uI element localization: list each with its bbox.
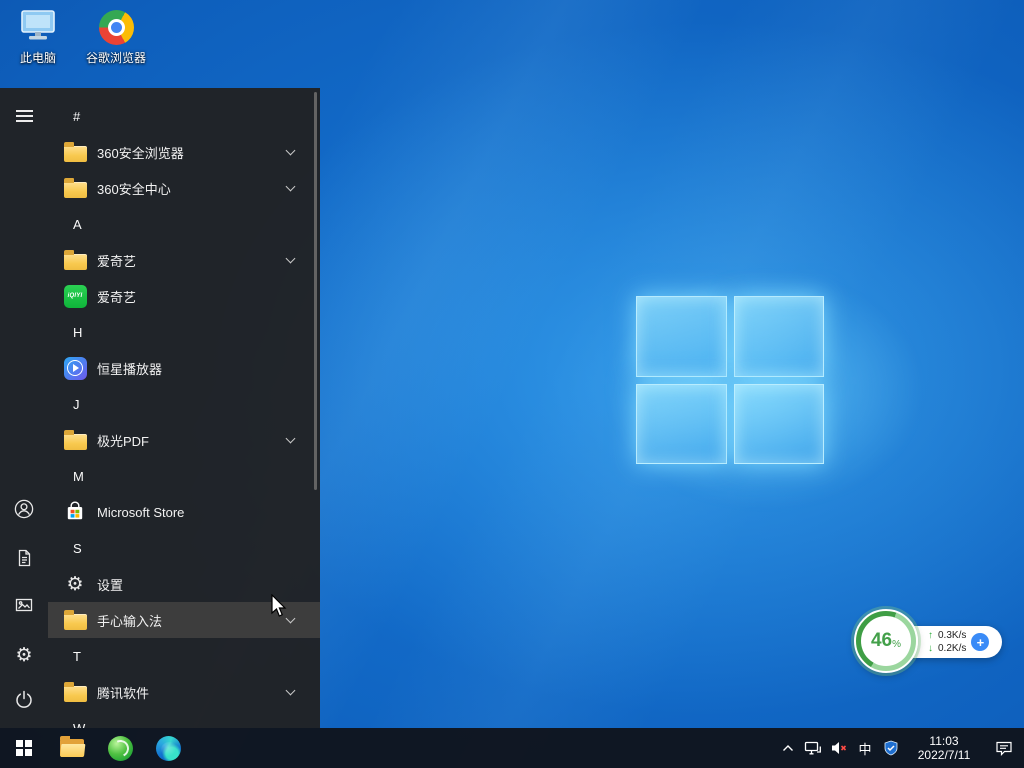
start-section-header[interactable]: S bbox=[48, 530, 320, 566]
user-avatar-icon bbox=[14, 499, 34, 524]
desktop-icon-chrome[interactable]: 谷歌浏览器 bbox=[78, 6, 154, 66]
upload-speed: 0.3K/s bbox=[928, 630, 966, 642]
settings-button[interactable]: ⚙ bbox=[0, 635, 48, 675]
menu-icon bbox=[16, 107, 33, 126]
folder-icon bbox=[63, 611, 87, 630]
upload-arrow-icon bbox=[928, 631, 938, 641]
speed-rows: 0.3K/s 0.2K/s bbox=[928, 630, 966, 655]
expand-menu-button[interactable] bbox=[0, 96, 48, 136]
file-explorer-icon bbox=[60, 739, 84, 757]
power-button[interactable] bbox=[0, 681, 48, 721]
start-section-header[interactable]: M bbox=[48, 458, 320, 494]
network-icon bbox=[804, 741, 822, 756]
taskbar: 中 11:03 2022/7/11 bbox=[0, 728, 1024, 768]
clock-date: 2022/7/11 bbox=[918, 748, 971, 762]
volume-muted-icon bbox=[830, 740, 848, 756]
security-button[interactable] bbox=[878, 728, 904, 768]
start-section-header[interactable]: J bbox=[48, 386, 320, 422]
this-pc-icon bbox=[18, 6, 58, 48]
folder-icon bbox=[63, 683, 87, 702]
folder-icon bbox=[63, 431, 87, 450]
start-item-app[interactable]: Microsoft Store bbox=[48, 494, 320, 530]
chevron-down-icon bbox=[286, 434, 296, 444]
action-center-button[interactable] bbox=[984, 728, 1024, 768]
start-item-folder-hovered[interactable]: 手心输入法 bbox=[48, 602, 320, 638]
logo-pane bbox=[636, 296, 727, 377]
documents-icon bbox=[14, 548, 34, 573]
settings-gear-icon: ⚙ bbox=[15, 646, 32, 665]
browser-360-button[interactable] bbox=[96, 728, 144, 768]
start-section-header[interactable]: # bbox=[48, 98, 320, 134]
start-section-header[interactable]: A bbox=[48, 206, 320, 242]
usage-percent: 46 % bbox=[861, 616, 911, 666]
start-menu: ⚙ # 360安全浏览器 360安全中心 bbox=[0, 88, 320, 728]
security-shield-icon bbox=[883, 740, 899, 756]
chevron-down-icon bbox=[286, 182, 296, 192]
start-item-folder[interactable]: 360安全中心 bbox=[48, 170, 320, 206]
documents-button[interactable] bbox=[0, 540, 48, 580]
start-section-header[interactable]: H bbox=[48, 314, 320, 350]
start-section-header[interactable]: T bbox=[48, 638, 320, 674]
wallpaper-windows-logo bbox=[636, 296, 824, 464]
system-tray: 中 11:03 2022/7/11 bbox=[776, 728, 1024, 768]
download-arrow-icon bbox=[928, 644, 938, 654]
volume-button[interactable] bbox=[826, 728, 852, 768]
memory-usage-ball[interactable]: 46 % bbox=[854, 609, 918, 673]
start-item-app[interactable]: 恒星播放器 bbox=[48, 350, 320, 386]
user-account-button[interactable] bbox=[0, 491, 48, 531]
file-explorer-button[interactable] bbox=[48, 728, 96, 768]
browser-360-icon bbox=[108, 736, 133, 761]
chevron-down-icon bbox=[286, 146, 296, 156]
pictures-icon bbox=[14, 595, 34, 620]
folder-icon bbox=[63, 143, 87, 162]
iqiyi-icon: iQIYI bbox=[63, 285, 87, 308]
stellar-player-icon bbox=[63, 357, 87, 380]
show-hidden-icons-button[interactable] bbox=[776, 728, 800, 768]
network-button[interactable] bbox=[800, 728, 826, 768]
taskbar-clock[interactable]: 11:03 2022/7/11 bbox=[904, 728, 984, 768]
chevron-up-icon bbox=[781, 742, 795, 754]
microsoft-store-icon bbox=[63, 501, 87, 523]
edge-icon bbox=[156, 736, 181, 761]
chrome-icon bbox=[99, 6, 134, 48]
start-item-app[interactable]: ⚙ 设置 bbox=[48, 566, 320, 602]
start-section-header[interactable]: W bbox=[48, 710, 320, 728]
desktop-icon-this-pc[interactable]: 此电脑 bbox=[0, 6, 76, 66]
desktop-icon-label: 谷歌浏览器 bbox=[86, 49, 146, 66]
folder-icon bbox=[63, 179, 87, 198]
logo-pane bbox=[734, 296, 825, 377]
power-icon bbox=[14, 689, 34, 714]
add-button[interactable]: + bbox=[971, 633, 989, 651]
desktop-icon-label: 此电脑 bbox=[20, 49, 56, 66]
logo-pane bbox=[734, 384, 825, 465]
download-speed: 0.2K/s bbox=[928, 643, 966, 655]
start-button[interactable] bbox=[0, 728, 48, 768]
start-item-app[interactable]: iQIYI 爱奇艺 bbox=[48, 278, 320, 314]
windows-logo-icon bbox=[16, 740, 33, 757]
chevron-down-icon bbox=[286, 686, 296, 696]
settings-gear-icon: ⚙ bbox=[63, 575, 87, 594]
edge-button[interactable] bbox=[144, 728, 192, 768]
start-item-folder[interactable]: 爱奇艺 bbox=[48, 242, 320, 278]
logo-pane bbox=[636, 384, 727, 465]
chevron-down-icon bbox=[286, 614, 296, 624]
chevron-down-icon bbox=[286, 254, 296, 264]
ime-indicator[interactable]: 中 bbox=[852, 728, 878, 768]
start-app-list: # 360安全浏览器 360安全中心 A 爱奇艺 iQIYI 爱奇艺 H bbox=[48, 98, 320, 728]
start-item-folder[interactable]: 腾讯软件 bbox=[48, 674, 320, 710]
action-center-icon bbox=[995, 740, 1013, 757]
desktop: 此电脑 谷歌浏览器 bbox=[0, 0, 1024, 768]
start-item-folder[interactable]: 极光PDF bbox=[48, 422, 320, 458]
start-menu-rail: ⚙ bbox=[0, 88, 48, 728]
start-menu-scrollbar[interactable] bbox=[314, 92, 317, 490]
folder-icon bbox=[63, 251, 87, 270]
clock-time: 11:03 bbox=[929, 734, 958, 748]
start-item-folder[interactable]: 360安全浏览器 bbox=[48, 134, 320, 170]
pictures-button[interactable] bbox=[0, 587, 48, 627]
